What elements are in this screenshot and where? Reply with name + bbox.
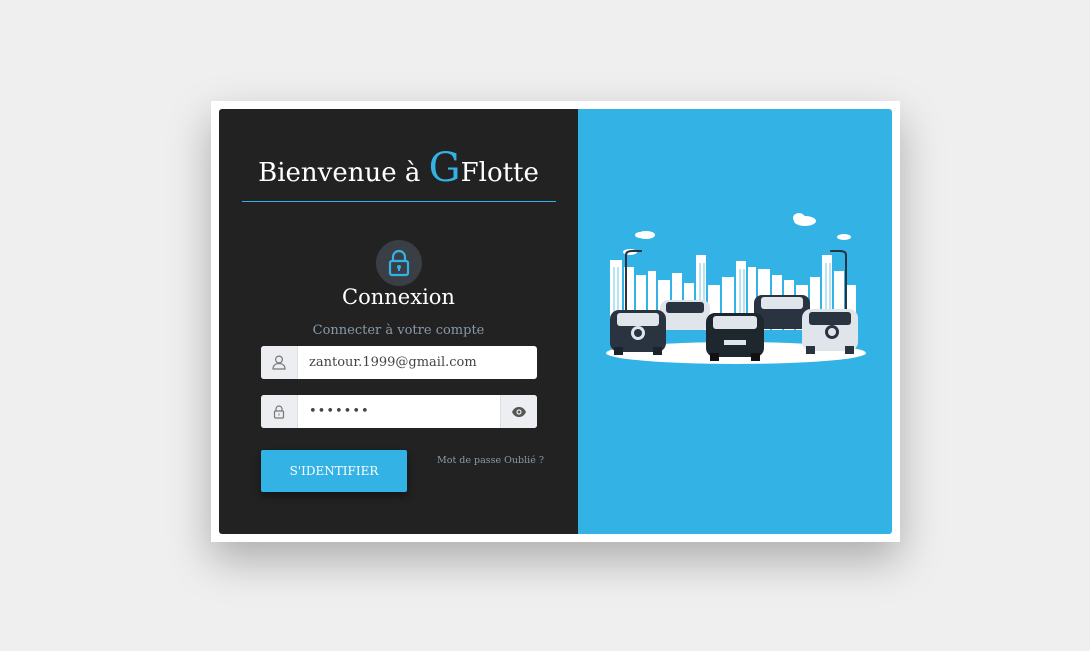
- brand-name: Flotte: [460, 158, 539, 188]
- login-button[interactable]: S'IDENTIFIER: [261, 450, 407, 492]
- user-icon: [261, 346, 298, 379]
- password-input[interactable]: [298, 395, 500, 428]
- welcome-heading: Bienvenue à GFlotte: [219, 145, 578, 191]
- email-input[interactable]: [298, 346, 537, 379]
- login-title: Connexion: [342, 285, 455, 309]
- brand-initial: G: [428, 145, 461, 191]
- eye-icon[interactable]: [500, 395, 537, 428]
- city-cars-illustration: [606, 213, 866, 364]
- email-field-group: [261, 346, 537, 379]
- lock-icon: [376, 240, 422, 286]
- padlock-icon: [261, 395, 298, 428]
- login-subtitle: Connecter à votre compte: [312, 323, 485, 338]
- heading-divider: [242, 201, 556, 202]
- forgot-password-link[interactable]: Mot de passe Oublié ?: [437, 455, 544, 466]
- password-field-group: [261, 395, 537, 428]
- welcome-prefix: Bienvenue à: [258, 158, 429, 188]
